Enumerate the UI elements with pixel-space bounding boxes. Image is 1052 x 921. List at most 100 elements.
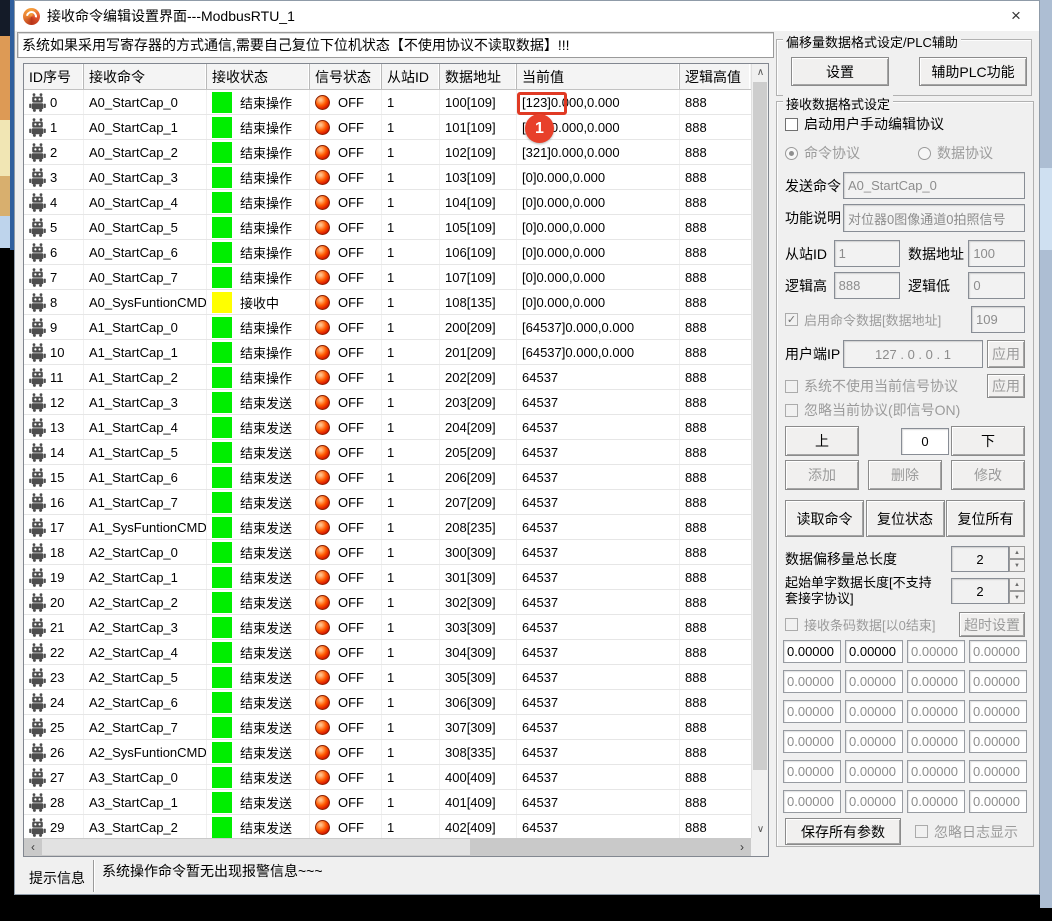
table-row[interactable]: 4A0_StartCap_4结束操作OFF1104[109][0]0.000,0… bbox=[24, 190, 751, 215]
spin-up-icon[interactable]: ▲ bbox=[1009, 578, 1025, 591]
param-field[interactable]: 0.00000 bbox=[845, 760, 903, 783]
table-row[interactable]: 8A0_SysFuntionCMD接收中OFF1108[135][0]0.000… bbox=[24, 290, 751, 315]
horizontal-scrollbar[interactable]: ‹ › bbox=[24, 838, 751, 856]
scroll-down-icon[interactable]: ∨ bbox=[752, 821, 769, 838]
header-signal-state[interactable]: 信号状态 bbox=[310, 64, 382, 89]
title-bar[interactable]: 接收命令编辑设置界面---ModbusRTU_1 × bbox=[15, 1, 1039, 31]
horizontal-scroll-thumb[interactable] bbox=[42, 839, 470, 855]
barcode-checkbox[interactable] bbox=[785, 618, 798, 631]
table-row[interactable]: 20A2_StartCap_2结束发送OFF1302[309]64537888 bbox=[24, 590, 751, 615]
close-icon[interactable]: × bbox=[1001, 6, 1031, 26]
param-field[interactable]: 0.00000 bbox=[845, 730, 903, 753]
table-row[interactable]: 12A1_StartCap_3结束发送OFF1203[209]64537888 bbox=[24, 390, 751, 415]
function-desc-field[interactable]: 对位器0图像通道0拍照信号 bbox=[843, 204, 1025, 232]
param-field[interactable]: 0.00000 bbox=[969, 700, 1027, 723]
scroll-right-icon[interactable]: › bbox=[733, 838, 751, 856]
word-length-field[interactable]: 2 bbox=[951, 578, 1009, 604]
scroll-up-icon[interactable]: ∧ bbox=[752, 64, 769, 81]
no-signal-protocol-checkbox[interactable] bbox=[785, 380, 798, 393]
add-button[interactable]: 添加 bbox=[785, 460, 859, 490]
table-row[interactable]: 22A2_StartCap_4结束发送OFF1304[309]64537888 bbox=[24, 640, 751, 665]
param-field[interactable]: 0.00000 bbox=[969, 790, 1027, 813]
modify-button[interactable]: 修改 bbox=[951, 460, 1025, 490]
no-signal-apply-button[interactable]: 应用 bbox=[987, 374, 1025, 398]
data-protocol-radio[interactable] bbox=[918, 147, 931, 160]
param-field[interactable]: 0.00000 bbox=[783, 700, 841, 723]
spin-down-icon[interactable]: ▼ bbox=[1009, 591, 1025, 604]
table-row[interactable]: 2A0_StartCap_2结束操作OFF1102[109][321]0.000… bbox=[24, 140, 751, 165]
plc-helper-button[interactable]: 辅助PLC功能 bbox=[919, 57, 1027, 86]
move-up-button[interactable]: 上 bbox=[785, 426, 859, 456]
table-row[interactable]: 9A1_StartCap_0结束操作OFF1200[209][64537]0.0… bbox=[24, 315, 751, 340]
param-field[interactable]: 0.00000 bbox=[783, 670, 841, 693]
param-field[interactable]: 0.00000 bbox=[783, 640, 841, 663]
logic-low-field[interactable]: 0 bbox=[968, 272, 1025, 299]
header-slave-id[interactable]: 从站ID bbox=[382, 64, 440, 89]
move-index-field[interactable]: 0 bbox=[901, 428, 949, 455]
reset-all-button[interactable]: 复位所有 bbox=[946, 500, 1025, 537]
vertical-scrollbar[interactable]: ∧ ∨ bbox=[751, 64, 768, 838]
enable-command-data-checkbox[interactable]: ✓ bbox=[785, 313, 798, 326]
param-field[interactable]: 0.00000 bbox=[845, 670, 903, 693]
table-row[interactable]: 10A1_StartCap_1结束操作OFF1201[209][64537]0.… bbox=[24, 340, 751, 365]
reset-state-button[interactable]: 复位状态 bbox=[866, 500, 945, 537]
table-row[interactable]: 13A1_StartCap_4结束发送OFF1204[209]64537888 bbox=[24, 415, 751, 440]
table-row[interactable]: 21A2_StartCap_3结束发送OFF1303[309]64537888 bbox=[24, 615, 751, 640]
header-id[interactable]: ID序号 bbox=[24, 64, 84, 89]
ignore-log-checkbox[interactable] bbox=[915, 825, 928, 838]
word-length-spinner[interactable]: ▲▼ bbox=[1009, 578, 1025, 604]
header-data-address[interactable]: 数据地址 bbox=[440, 64, 517, 89]
ignore-protocol-checkbox[interactable] bbox=[785, 404, 798, 417]
move-down-button[interactable]: 下 bbox=[951, 426, 1025, 456]
param-field[interactable]: 0.00000 bbox=[907, 670, 965, 693]
table-row[interactable]: 27A3_StartCap_0结束发送OFF1400[409]64537888 bbox=[24, 765, 751, 790]
table-row[interactable]: 5A0_StartCap_5结束操作OFF1105[109][0]0.000,0… bbox=[24, 215, 751, 240]
table-row[interactable]: 0A0_StartCap_0结束操作OFF1100[109][123]0.000… bbox=[24, 90, 751, 115]
spin-up-icon[interactable]: ▲ bbox=[1009, 546, 1025, 559]
param-field[interactable]: 0.00000 bbox=[783, 730, 841, 753]
table-row[interactable]: 26A2_SysFuntionCMD结束发送OFF1308[335]645378… bbox=[24, 740, 751, 765]
header-command[interactable]: 接收命令 bbox=[84, 64, 207, 89]
param-field[interactable]: 0.00000 bbox=[969, 640, 1027, 663]
command-protocol-radio[interactable] bbox=[785, 147, 798, 160]
table-row[interactable]: 25A2_StartCap_7结束发送OFF1307[309]64537888 bbox=[24, 715, 751, 740]
data-address-field[interactable]: 100 bbox=[968, 240, 1025, 267]
vertical-scroll-thumb[interactable] bbox=[753, 82, 767, 770]
table-row[interactable]: 15A1_StartCap_6结束发送OFF1206[209]64537888 bbox=[24, 465, 751, 490]
table-row[interactable]: 6A0_StartCap_6结束操作OFF1106[109][0]0.000,0… bbox=[24, 240, 751, 265]
param-field[interactable]: 0.00000 bbox=[969, 730, 1027, 753]
offset-length-field[interactable]: 2 bbox=[951, 546, 1009, 572]
logic-high-field[interactable]: 888 bbox=[834, 272, 900, 299]
ip-apply-button[interactable]: 应用 bbox=[987, 340, 1025, 368]
table-row[interactable]: 14A1_StartCap_5结束发送OFF1205[209]64537888 bbox=[24, 440, 751, 465]
timeout-button[interactable]: 超时设置 bbox=[959, 612, 1025, 637]
settings-button[interactable]: 设置 bbox=[791, 57, 889, 86]
table-row[interactable]: 17A1_SysFuntionCMD结束发送OFF1208[235]645378… bbox=[24, 515, 751, 540]
param-field[interactable]: 0.00000 bbox=[783, 760, 841, 783]
header-current-value[interactable]: 当前值 bbox=[517, 64, 680, 89]
param-field[interactable]: 0.00000 bbox=[907, 700, 965, 723]
table-row[interactable]: 1A0_StartCap_1结束操作OFF1101[109][123]0.000… bbox=[24, 115, 751, 140]
param-field[interactable]: 0.00000 bbox=[969, 760, 1027, 783]
spin-down-icon[interactable]: ▼ bbox=[1009, 559, 1025, 572]
send-command-field[interactable]: A0_StartCap_0 bbox=[843, 172, 1025, 199]
param-field[interactable]: 0.00000 bbox=[907, 760, 965, 783]
param-field[interactable]: 0.00000 bbox=[907, 640, 965, 663]
param-field[interactable]: 0.00000 bbox=[783, 790, 841, 813]
scroll-left-icon[interactable]: ‹ bbox=[24, 838, 42, 856]
param-field[interactable]: 0.00000 bbox=[845, 700, 903, 723]
param-field[interactable]: 0.00000 bbox=[845, 790, 903, 813]
table-row[interactable]: 24A2_StartCap_6结束发送OFF1306[309]64537888 bbox=[24, 690, 751, 715]
table-row[interactable]: 28A3_StartCap_1结束发送OFF1401[409]64537888 bbox=[24, 790, 751, 815]
table-row[interactable]: 29A3_StartCap_2结束发送OFF1402[409]64537888 bbox=[24, 815, 751, 838]
table-row[interactable]: 3A0_StartCap_3结束操作OFF1103[109][0]0.000,0… bbox=[24, 165, 751, 190]
table-row[interactable]: 18A2_StartCap_0结束发送OFF1300[309]64537888 bbox=[24, 540, 751, 565]
read-command-button[interactable]: 读取命令 bbox=[785, 500, 864, 537]
param-field[interactable]: 0.00000 bbox=[969, 670, 1027, 693]
table-row[interactable]: 11A1_StartCap_2结束操作OFF1202[209]64537888 bbox=[24, 365, 751, 390]
header-logic-high[interactable]: 逻辑高值 bbox=[680, 64, 750, 89]
table-row[interactable]: 19A2_StartCap_1结束发送OFF1301[309]64537888 bbox=[24, 565, 751, 590]
client-ip-field[interactable]: 127 . 0 . 0 . 1 bbox=[843, 340, 983, 368]
table-row[interactable]: 23A2_StartCap_5结束发送OFF1305[309]64537888 bbox=[24, 665, 751, 690]
header-receive-state[interactable]: 接收状态 bbox=[207, 64, 310, 89]
